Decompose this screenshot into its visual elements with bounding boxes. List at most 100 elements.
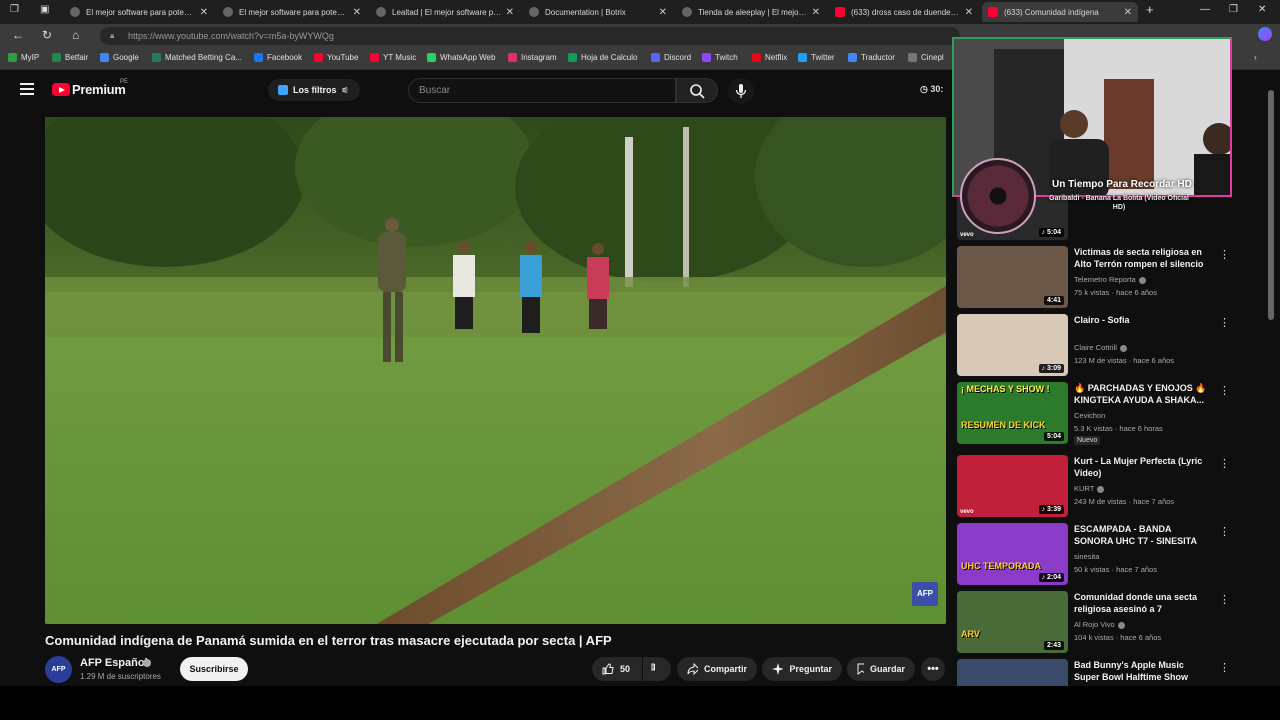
- recommended-video[interactable]: 4:41 Victimas de secta religiosa en Alto …: [957, 246, 1230, 310]
- verified-check-icon: [1138, 276, 1146, 284]
- recommended-channel[interactable]: KURT: [1074, 484, 1105, 493]
- bookmark-item[interactable]: Hoja de Calculo: [568, 53, 637, 62]
- back-icon[interactable]: ←: [12, 28, 24, 42]
- recommended-title[interactable]: Bad Bunny's Apple Music Super Bowl Halft…: [1074, 659, 1210, 683]
- more-vertical-icon[interactable]: ⋮: [1219, 457, 1230, 470]
- bookmark-item[interactable]: Instagram: [508, 53, 557, 62]
- recommended-channel[interactable]: Telemetro Reporta: [1074, 275, 1146, 284]
- subscribe-button[interactable]: Suscribirse: [180, 657, 248, 681]
- browser-tab[interactable]: (633) Comunidad indígena ✕: [982, 2, 1138, 22]
- recommended-channel[interactable]: Claire Cottrill: [1074, 343, 1127, 352]
- close-tab-icon[interactable]: ✕: [200, 7, 208, 18]
- bookmark-favicon-icon: [254, 53, 263, 62]
- filters-button[interactable]: Los filtros ⚟: [268, 79, 360, 101]
- recommended-video[interactable]: ¡ MECHAS Y SHOW ! RESUMEN DE KICK 5:04 🔥 PA…: [957, 382, 1230, 446]
- save-button[interactable]: Guardar: [847, 657, 915, 681]
- video-thumbnail[interactable]: vevo ♪ 3:39: [957, 455, 1068, 517]
- workspaces-icon[interactable]: ❐: [10, 4, 19, 15]
- hamburger-menu-icon[interactable]: [20, 83, 34, 95]
- bookmark-item[interactable]: YT Music: [370, 53, 416, 62]
- recommended-title[interactable]: Comunidad donde una secta religiosa ases…: [1074, 591, 1210, 617]
- bookmark-item[interactable]: YouTube: [314, 53, 358, 62]
- more-vertical-icon[interactable]: ⋮: [1219, 661, 1230, 674]
- more-vertical-icon[interactable]: ⋮: [1219, 316, 1230, 329]
- recommended-channel[interactable]: Al Rojo Vivo: [1074, 620, 1125, 629]
- like-button[interactable]: 50: [592, 657, 642, 681]
- bookmark-item[interactable]: Twitch: [702, 53, 738, 62]
- more-vertical-icon[interactable]: ⋮: [1219, 525, 1230, 538]
- bookmark-item[interactable]: MyIP: [8, 53, 39, 62]
- video-thumbnail[interactable]: ARV 2:43: [957, 591, 1068, 653]
- search-input[interactable]: Buscar: [408, 78, 676, 103]
- scrollbar-thumb[interactable]: [1268, 90, 1274, 320]
- bookmark-item[interactable]: Twitter: [798, 53, 835, 62]
- video-thumbnail[interactable]: [957, 659, 1068, 686]
- more-vertical-icon[interactable]: ⋮: [1219, 384, 1230, 397]
- minimize-icon[interactable]: —: [1200, 4, 1210, 15]
- bookmark-item[interactable]: Matched Betting Ca...: [152, 53, 242, 62]
- close-tab-icon[interactable]: ✕: [965, 7, 973, 18]
- channel-name[interactable]: AFP Español: [80, 657, 148, 669]
- recommended-title[interactable]: Clairo - Sofia: [1074, 314, 1210, 326]
- new-tab-icon[interactable]: +: [1146, 2, 1154, 17]
- close-tab-icon[interactable]: ✕: [506, 7, 514, 18]
- recommended-title[interactable]: ESCAMPADA - BANDA SONORA UHC T7 - SINESI…: [1074, 523, 1210, 547]
- share-label: Compartir: [703, 664, 747, 674]
- bookmark-item[interactable]: WhatsApp Web: [427, 53, 495, 62]
- recommended-video[interactable]: vevo ♪ 3:39 Kurt - La Mujer Perfecta (Lyri…: [957, 455, 1230, 519]
- more-actions-button[interactable]: •••: [921, 657, 945, 681]
- browser-tab[interactable]: (633) dross caso de duendes - Y ✕: [829, 2, 979, 22]
- youtube-logo-icon[interactable]: [52, 83, 70, 96]
- close-tab-icon[interactable]: ✕: [812, 7, 820, 18]
- premium-logo-text[interactable]: Premium: [72, 82, 126, 97]
- more-vertical-icon[interactable]: ⋮: [1219, 248, 1230, 261]
- copilot-icon[interactable]: [1258, 27, 1272, 41]
- bookmark-item[interactable]: Betfair: [52, 53, 88, 62]
- search-button[interactable]: [676, 78, 718, 103]
- restore-icon[interactable]: ❐: [1229, 4, 1238, 15]
- recommended-video[interactable]: UHC TEMPORADA ♪ 2:04 ESCAMPADA - BANDA SON…: [957, 523, 1230, 587]
- bookmark-item[interactable]: Facebook: [254, 53, 302, 62]
- recommended-channel[interactable]: sinesita: [1074, 552, 1099, 561]
- close-window-icon[interactable]: ✕: [1258, 4, 1266, 15]
- recommended-channel[interactable]: Cevichon: [1074, 411, 1105, 420]
- recommended-video[interactable]: ARV 2:43 Comunidad donde una secta religio…: [957, 591, 1230, 655]
- close-tab-icon[interactable]: ✕: [353, 7, 361, 18]
- bookmark-item[interactable]: Google: [100, 53, 139, 62]
- recommended-video[interactable]: Bad Bunny's Apple Music Super Bowl Halft…: [957, 659, 1230, 686]
- recommended-title[interactable]: 🔥 PARCHADAS Y ENOJOS 🔥 KINGTEKA AYUDA A …: [1074, 382, 1210, 406]
- ask-button[interactable]: Preguntar: [762, 657, 842, 681]
- bookmarks-overflow-icon[interactable]: ›: [1254, 53, 1257, 62]
- bookmark-item[interactable]: Netflix: [752, 53, 787, 62]
- recommended-title[interactable]: Kurt - La Mujer Perfecta (Lyric Video): [1074, 455, 1210, 479]
- thumbs-up-icon: [602, 663, 614, 675]
- close-tab-icon[interactable]: ✕: [1124, 7, 1132, 18]
- browser-tab[interactable]: Documentation | Botrix ✕: [523, 2, 673, 22]
- video-thumbnail[interactable]: UHC TEMPORADA ♪ 2:04: [957, 523, 1068, 585]
- video-thumbnail[interactable]: 4:41: [957, 246, 1068, 308]
- more-vertical-icon[interactable]: ⋮: [1219, 593, 1230, 606]
- dislike-button[interactable]: [643, 657, 671, 681]
- bookmark-item[interactable]: Traductor: [848, 53, 895, 62]
- home-icon[interactable]: ⌂: [72, 28, 79, 42]
- video-thumbnail[interactable]: ¡ MECHAS Y SHOW ! RESUMEN DE KICK 5:04: [957, 382, 1068, 444]
- browser-tab[interactable]: El mejor software para potencia ✕: [64, 2, 214, 22]
- address-bar[interactable]: 🔒︎ https://www.youtube.com/watch?v=m5a-b…: [100, 27, 960, 45]
- voice-search-button[interactable]: [728, 78, 754, 104]
- bookmark-item[interactable]: Discord: [651, 53, 691, 62]
- recommended-title[interactable]: Victimas de secta religiosa en Alto Terr…: [1074, 246, 1210, 270]
- channel-avatar[interactable]: AFP: [45, 656, 72, 683]
- video-player[interactable]: AFP: [45, 117, 946, 624]
- botrix-icon: [376, 7, 386, 17]
- video-thumbnail[interactable]: ♪ 3:09: [957, 314, 1068, 376]
- reload-icon[interactable]: ↻: [42, 28, 52, 42]
- bookmark-item[interactable]: Cinepl: [908, 53, 944, 62]
- browser-tab[interactable]: El mejor software para potencia ✕: [217, 2, 367, 22]
- tab-actions-icon[interactable]: ▣: [40, 4, 49, 15]
- browser-tab[interactable]: Tienda de aleeplay | El mejor so ✕: [676, 2, 826, 22]
- browser-tab[interactable]: Lealtad | El mejor software para ✕: [370, 2, 520, 22]
- sidebar-scrollbar[interactable]: [1268, 70, 1276, 686]
- close-tab-icon[interactable]: ✕: [659, 7, 667, 18]
- recommended-video[interactable]: ♪ 3:09 Clairo - Sofia Claire Cottrill 123 M…: [957, 314, 1230, 378]
- share-button[interactable]: Compartir: [677, 657, 757, 681]
